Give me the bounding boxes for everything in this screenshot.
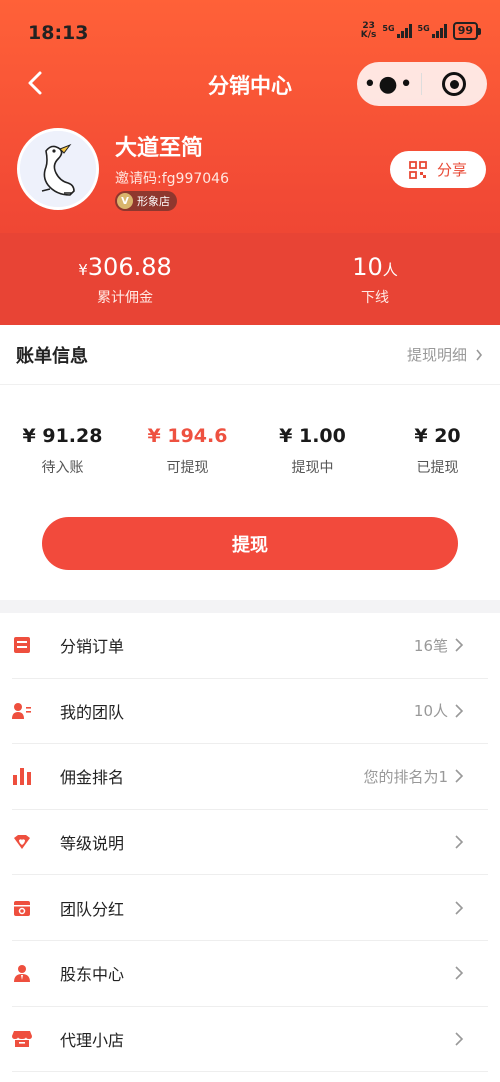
menu-value: 您的排名为1 bbox=[363, 767, 448, 786]
invite-code: 邀请码:fg997046 bbox=[115, 171, 229, 187]
more-button[interactable]: •●• bbox=[357, 72, 421, 97]
menu-item-my-team[interactable]: 我的团队 10人 bbox=[12, 679, 488, 745]
chevron-right-icon bbox=[455, 1032, 464, 1046]
menu-label: 团队分红 bbox=[60, 899, 125, 919]
withdrawable-amount-label: 可提现 bbox=[166, 460, 209, 476]
signal-icon: 5G bbox=[382, 24, 412, 38]
downline-value: 10人 bbox=[352, 253, 398, 281]
menu-label: 等级说明 bbox=[60, 834, 125, 854]
team-icon bbox=[12, 701, 32, 721]
bonus-box-icon bbox=[12, 898, 32, 918]
bill-title: 账单信息 bbox=[16, 345, 88, 367]
withdraw-detail-link[interactable]: 提现明细 bbox=[407, 344, 483, 365]
username: 大道至简 bbox=[115, 136, 204, 161]
shareholder-icon bbox=[12, 963, 32, 983]
withdrawn-amount[interactable]: ¥ 20 已提现 bbox=[375, 425, 500, 477]
menu-item-agent-shop[interactable]: 代理小店 bbox=[12, 1007, 488, 1073]
shop-level-badge: V 形象店 bbox=[115, 191, 177, 211]
menu-item-shareholder-center[interactable]: 股东中心 bbox=[12, 941, 488, 1007]
withdrawn-amount-value: ¥ 20 bbox=[414, 425, 461, 447]
withdrawable-amount[interactable]: ¥ 194.6 可提现 bbox=[125, 425, 250, 477]
status-time: 18:13 bbox=[28, 22, 89, 44]
menu-item-commission-ranking[interactable]: 佣金排名 您的排名为1 bbox=[12, 744, 488, 810]
bar-chart-icon bbox=[12, 766, 32, 786]
menu-label: 我的团队 bbox=[60, 702, 125, 722]
goose-avatar-icon bbox=[20, 131, 96, 207]
downline-label: 下线 bbox=[361, 290, 389, 306]
order-list-icon bbox=[12, 635, 32, 655]
withdraw-detail-label: 提现明细 bbox=[406, 346, 467, 364]
withdrawing-amount[interactable]: ¥ 1.00 提现中 bbox=[250, 425, 375, 477]
menu-label: 股东中心 bbox=[60, 965, 125, 985]
share-label: 分享 bbox=[436, 161, 467, 179]
signal-label-2: 5G bbox=[417, 24, 430, 33]
mini-program-capsule: •●• bbox=[357, 62, 487, 106]
chevron-right-icon bbox=[455, 835, 464, 849]
close-mini-program-button[interactable] bbox=[422, 72, 486, 96]
badge-label: 形象店 bbox=[137, 195, 170, 208]
more-dots-icon: •●• bbox=[363, 71, 415, 97]
total-commission-stat[interactable]: ¥306.88 累计佣金 bbox=[0, 253, 250, 307]
downline-stat[interactable]: 10人 下线 bbox=[250, 253, 500, 307]
chevron-right-icon bbox=[455, 638, 464, 652]
menu-value: 10人 bbox=[413, 702, 448, 721]
function-menu: 分销订单 16笔 我的团队 10人 佣金排名 您的排名为1 等级说明 团队分红 bbox=[0, 613, 500, 1082]
net-speed: 23 K/s bbox=[361, 22, 377, 40]
withdraw-button[interactable]: 提现 bbox=[42, 517, 458, 570]
signal-icon-2: 5G bbox=[418, 24, 447, 38]
status-icons: 23 K/s 5G 5G 99 bbox=[361, 22, 482, 40]
withdrawing-amount-value: ¥ 1.00 bbox=[279, 425, 346, 447]
bill-header: 账单信息 提现明细 bbox=[0, 325, 500, 385]
signal-label: 5G bbox=[382, 24, 395, 33]
pending-amount-label: 待入账 bbox=[41, 460, 84, 476]
pending-amount[interactable]: ¥ 91.28 待入账 bbox=[0, 425, 125, 477]
chevron-right-icon bbox=[476, 349, 483, 360]
menu-item-distribution-orders[interactable]: 分销订单 16笔 bbox=[12, 613, 488, 679]
battery-icon: 99 bbox=[452, 22, 482, 40]
menu-label: 分销订单 bbox=[60, 637, 125, 657]
withdrawing-amount-label: 提现中 bbox=[291, 460, 334, 476]
total-commission-value: ¥306.88 bbox=[78, 253, 172, 281]
withdrawable-amount-value: ¥ 194.6 bbox=[147, 425, 228, 447]
target-icon bbox=[442, 72, 466, 96]
header: 18:13 23 K/s 5G 5G 99 分销中心 •●• 大道至简 邀请码:… bbox=[0, 0, 500, 325]
menu-value: 16笔 bbox=[413, 636, 448, 655]
menu-label: 代理小店 bbox=[60, 1030, 125, 1050]
chevron-right-icon bbox=[455, 901, 464, 915]
net-speed-unit: K/s bbox=[360, 30, 377, 40]
pending-amount-value: ¥ 91.28 bbox=[22, 425, 103, 447]
menu-item-level-description[interactable]: 等级说明 bbox=[12, 810, 488, 876]
avatar[interactable] bbox=[17, 128, 99, 210]
chevron-right-icon bbox=[455, 704, 464, 718]
qr-code-icon bbox=[409, 160, 427, 179]
withdrawn-amount-label: 已提现 bbox=[416, 460, 459, 476]
bill-info-card: 账单信息 提现明细 ¥ 91.28 待入账 ¥ 194.6 可提现 ¥ 1.00… bbox=[0, 325, 500, 600]
chevron-right-icon bbox=[455, 769, 464, 784]
menu-item-team-bonus[interactable]: 团队分红 bbox=[12, 875, 488, 941]
total-commission-label: 累计佣金 bbox=[97, 290, 153, 306]
bill-amounts: ¥ 91.28 待入账 ¥ 194.6 可提现 ¥ 1.00 提现中 ¥ 20 … bbox=[0, 425, 500, 477]
menu-label: 佣金排名 bbox=[60, 768, 125, 788]
diamond-heart-icon bbox=[12, 832, 32, 852]
chevron-right-icon bbox=[455, 966, 464, 980]
vip-icon: V bbox=[117, 193, 133, 209]
status-bar: 18:13 23 K/s 5G 5G 99 bbox=[0, 0, 500, 62]
share-button[interactable]: 分享 bbox=[390, 151, 486, 188]
shop-icon bbox=[12, 1029, 32, 1049]
